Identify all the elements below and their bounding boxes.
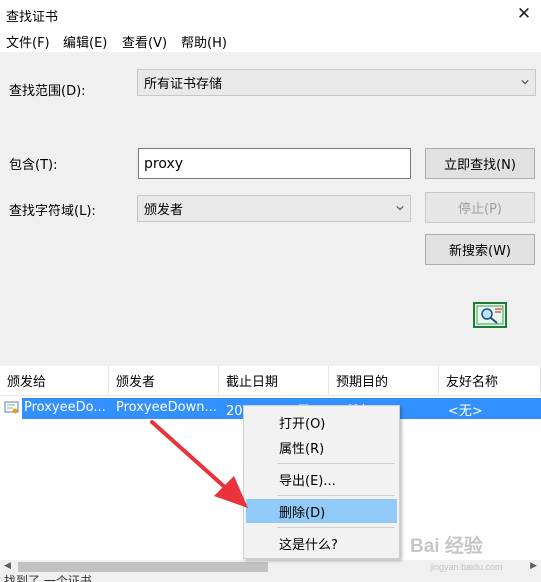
menu-separator [277,527,395,528]
certificate-search-icon [473,302,507,328]
menu-separator [277,463,395,464]
horizontal-scrollbar[interactable]: ◀ ▶ [0,560,541,574]
window-title: 查找证书 [6,10,59,25]
title-bar: 查找证书 ✕ [0,0,541,30]
field-dropdown[interactable]: 颁发者 [137,195,411,222]
cell-issuer: ProxyeeDown... [116,400,216,415]
new-search-button[interactable]: 新搜索(W) [425,234,535,265]
contains-value: proxy [144,155,184,172]
menu-item-whats-this[interactable]: 这是什么? [246,531,397,555]
menu-view[interactable]: 查看(V) [121,32,168,51]
column-issuer[interactable]: 颁发者 [109,366,219,396]
menu-help[interactable]: 帮助(H) [180,32,228,51]
chevron-down-icon [396,205,404,210]
menu-item-export[interactable]: 导出(E)... [246,467,397,491]
menu-item-properties[interactable]: 属性(R) [246,435,397,459]
stop-button[interactable]: 停止(P) [425,192,535,223]
search-panel: 查找范围(D): 所有证书存储 包含(T): proxy 查找字符域(L): 颁… [0,52,541,366]
scope-value: 所有证书存储 [144,77,223,92]
scrollbar-thumb[interactable] [18,562,268,572]
column-friendly-name[interactable]: 友好名称 [439,366,541,396]
scope-label: 查找范围(D): [9,84,86,99]
contains-input[interactable]: proxy [138,148,411,179]
menu-item-delete[interactable]: 删除(D) [246,499,397,523]
menu-edit[interactable]: 编辑(E) [62,32,108,51]
cell-issued-to: ProxyeeDo... [24,400,106,415]
status-text: 找到了 一个证书 [4,574,92,582]
menu-separator [277,495,395,496]
scope-dropdown[interactable]: 所有证书存储 [137,69,536,96]
menu-item-open[interactable]: 打开(O) [246,410,397,434]
column-purpose[interactable]: 预期目的 [329,366,439,396]
menu-bar: 文件(F) 编辑(E) 查看(V) 帮助(H) [0,30,541,52]
contains-label: 包含(T): [9,158,58,173]
field-label: 查找字符域(L): [9,204,96,219]
scroll-right-icon[interactable]: ▶ [530,561,537,571]
column-expiry[interactable]: 截止日期 [219,366,329,396]
find-now-button[interactable]: 立即查找(N) [425,148,535,179]
certificate-icon [4,401,19,414]
status-bar: 找到了 一个证书 [0,574,541,582]
field-value: 颁发者 [144,203,184,218]
column-issued-to[interactable]: 颁发给 [0,366,109,396]
close-icon[interactable]: ✕ [507,0,541,28]
scroll-left-icon[interactable]: ◀ [4,561,11,571]
chevron-down-icon [521,79,529,84]
context-menu: 打开(O) 属性(R) 导出(E)... 删除(D) 这是什么? [243,405,400,559]
menu-file[interactable]: 文件(F) [5,32,51,51]
cell-friendly-name: <无> [448,404,483,419]
